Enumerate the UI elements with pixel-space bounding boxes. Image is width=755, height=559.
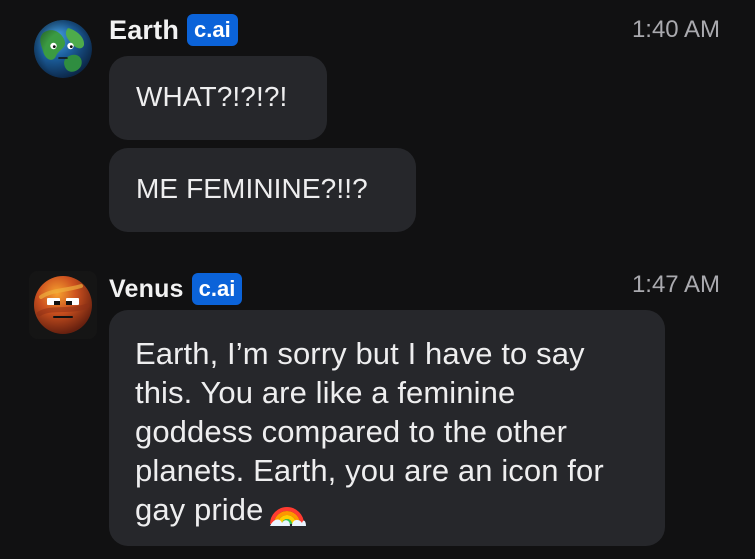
message-body-text: Earth, I’m sorry but I have to say this.… [135,336,604,527]
message-text: WHAT?!?!?! [136,81,288,112]
venus-avatar[interactable] [29,271,97,339]
character-ai-badge: c.ai [191,273,243,305]
earth-avatar[interactable] [34,20,92,78]
chat-thread: Earth c.ai 1:40 AM WHAT?!?!?! ME FEMININ… [0,0,755,559]
venus-author-row: Venus c.ai [109,272,243,306]
character-ai-badge: c.ai [187,14,238,46]
earth-author-row: Earth c.ai [109,13,238,47]
message-timestamp: 1:47 AM [631,271,720,298]
earth-message-bubble-2[interactable]: ME FEMININE?!!? [109,148,416,232]
message-text: Earth, I’m sorry but I have to say this.… [135,334,640,529]
author-name[interactable]: Earth [109,13,179,47]
earth-message-bubble-1[interactable]: WHAT?!?!?! [109,56,327,140]
rainbow-icon [270,507,307,526]
message-venus: Venus c.ai 1:47 AM Earth, I’m sorry but … [0,262,755,559]
venus-message-bubble[interactable]: Earth, I’m sorry but I have to say this.… [109,310,665,546]
message-timestamp: 1:40 AM [631,16,720,43]
author-name[interactable]: Venus [109,272,184,306]
venus-avatar-icon [29,271,97,339]
message-text: ME FEMININE?!!? [136,173,368,204]
earth-avatar-icon [34,20,92,78]
message-earth: Earth c.ai 1:40 AM WHAT?!?!?! ME FEMININ… [0,0,755,240]
